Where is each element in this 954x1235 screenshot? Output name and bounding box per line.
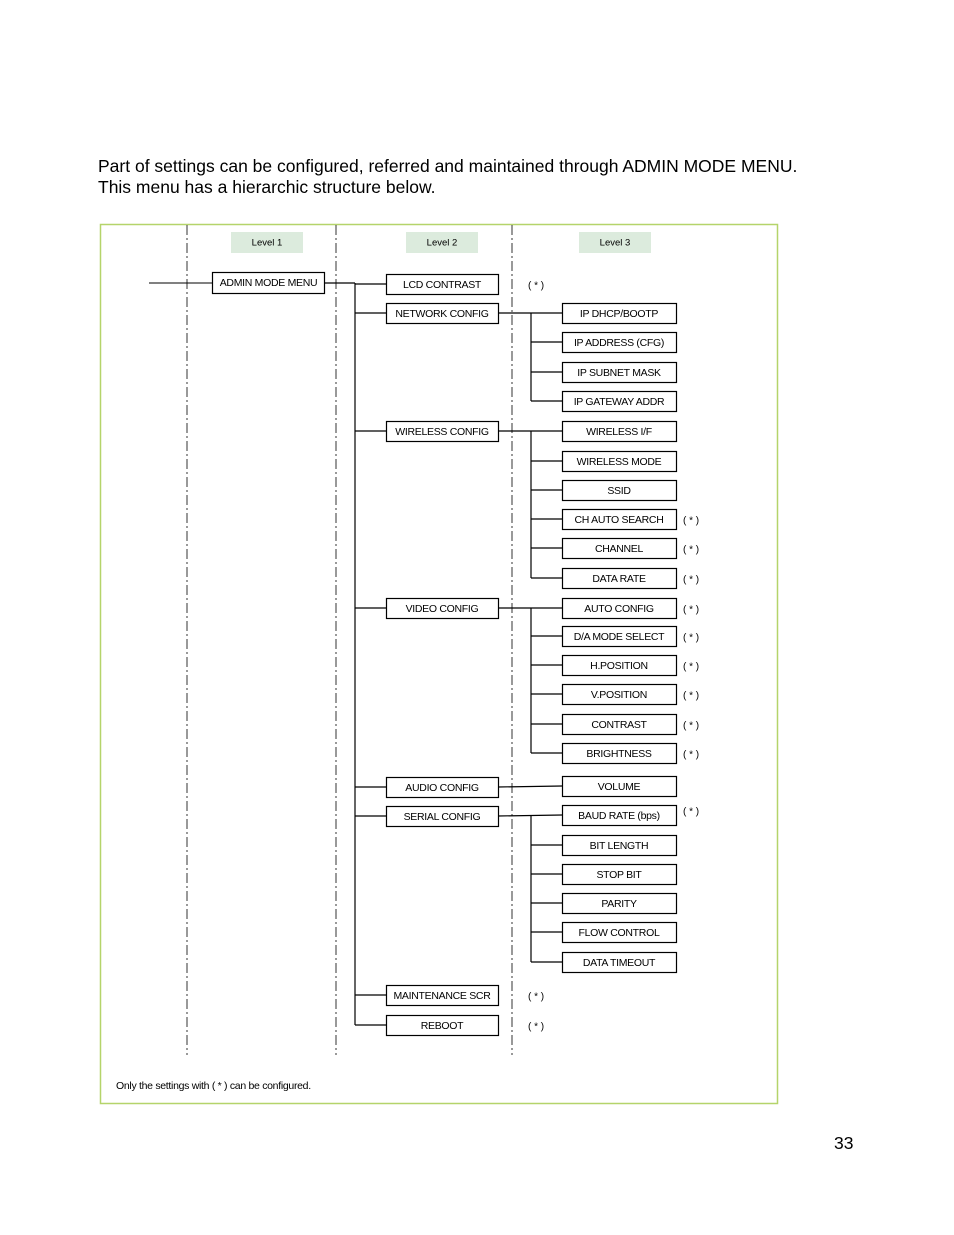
- level2-label: NETWORK CONFIG: [395, 308, 488, 320]
- configurable-marker: ( * ): [683, 633, 699, 644]
- level3-label: SSID: [607, 485, 631, 497]
- level3-label: CH AUTO SEARCH: [575, 514, 664, 526]
- configurable-marker: ( * ): [683, 750, 699, 761]
- configurable-marker: ( * ): [528, 992, 544, 1003]
- level3-label: BAUD RATE (bps): [578, 810, 660, 822]
- configurable-marker: ( * ): [683, 605, 699, 616]
- level3-label: BRIGHTNESS: [586, 748, 652, 760]
- level2-label: WIRELESS CONFIG: [395, 426, 489, 438]
- level3-label: DATA TIMEOUT: [583, 957, 656, 969]
- level3-label: FLOW CONTROL: [579, 927, 660, 939]
- configurable-marker: ( * ): [683, 807, 699, 818]
- configurable-marker: ( * ): [683, 575, 699, 586]
- level3-label: V.POSITION: [591, 689, 647, 701]
- configurable-marker: ( * ): [683, 545, 699, 556]
- level3-label: CHANNEL: [595, 543, 644, 555]
- level-header-label: Level 1: [252, 238, 283, 249]
- level3-label: VOLUME: [598, 781, 641, 793]
- level2-label: MAINTENANCE SCR: [393, 990, 491, 1002]
- level3-label: IP DHCP/BOOTP: [580, 308, 658, 320]
- level3-label: H.POSITION: [590, 660, 648, 672]
- level3-connector: [497, 785, 563, 788]
- level2-label: VIDEO CONFIG: [406, 603, 479, 615]
- configurable-marker: ( * ): [528, 281, 544, 292]
- level3-label: D/A MODE SELECT: [574, 631, 665, 643]
- page-number: 33: [834, 1133, 854, 1153]
- level3-label: IP GATEWAY ADDR: [574, 396, 665, 408]
- level2-label: LCD CONTRAST: [403, 279, 482, 291]
- level2-label: REBOOT: [421, 1020, 464, 1032]
- level-header-label: Level 2: [427, 238, 458, 249]
- configurable-note: Only the settings with ( * ) can be conf…: [116, 1080, 311, 1092]
- level-header-label: Level 3: [600, 238, 631, 249]
- configurable-marker: ( * ): [683, 662, 699, 673]
- configurable-marker: ( * ): [683, 721, 699, 732]
- level3-label: WIRELESS MODE: [577, 456, 662, 468]
- level3-label: DATA RATE: [592, 573, 646, 585]
- level2-label: AUDIO CONFIG: [405, 782, 479, 794]
- level3-label: IP ADDRESS (CFG): [574, 337, 664, 349]
- level3-label: WIRELESS I/F: [586, 426, 652, 438]
- level3-label: IP SUBNET MASK: [577, 367, 661, 379]
- configurable-marker: ( * ): [683, 691, 699, 702]
- level2-label: SERIAL CONFIG: [404, 811, 481, 823]
- level3-label: AUTO CONFIG: [584, 603, 654, 615]
- configurable-marker: ( * ): [528, 1022, 544, 1033]
- root-label: ADMIN MODE MENU: [220, 277, 318, 289]
- level3-connector: [497, 814, 563, 817]
- level3-label: CONTRAST: [591, 719, 647, 731]
- level3-label: STOP BIT: [596, 869, 642, 881]
- configurable-marker: ( * ): [683, 516, 699, 527]
- level3-label: BIT LENGTH: [590, 840, 649, 852]
- level3-label: PARITY: [601, 898, 637, 910]
- admin-menu-hierarchy-diagram: Level 1 Level 2 Level 3 ADMIN MODE MENU LCD …: [99, 223, 779, 1105]
